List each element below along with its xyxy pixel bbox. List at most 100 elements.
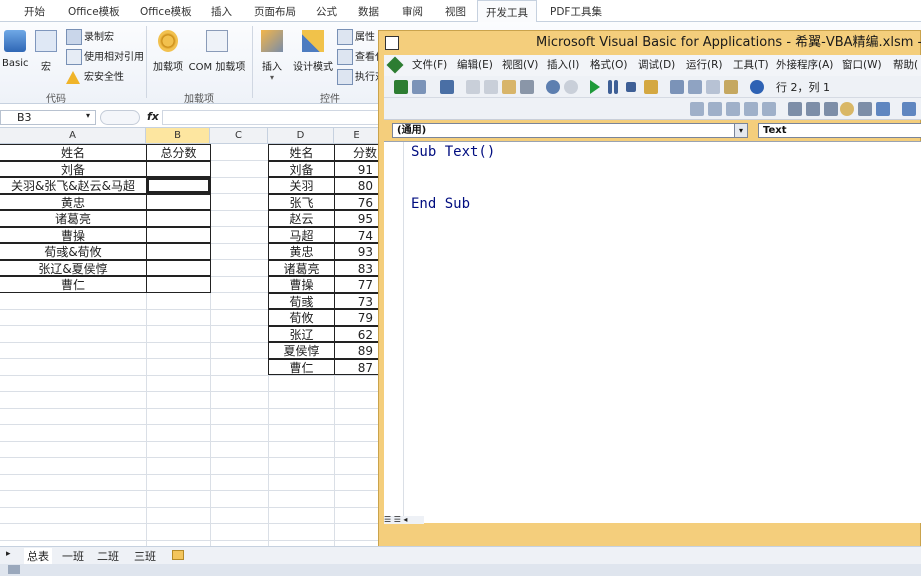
table2-name-cell[interactable]: 关羽	[268, 177, 335, 194]
menu-debug[interactable]: 调试(D)	[638, 55, 675, 76]
cut-icon[interactable]	[466, 80, 480, 94]
table1-name-cell[interactable]: 曹操	[0, 226, 147, 243]
name-box[interactable]: B3	[0, 110, 96, 125]
table2-name-cell[interactable]: 曹仁	[268, 358, 335, 375]
run-icon[interactable]	[590, 80, 600, 94]
list-properties-icon[interactable]	[690, 102, 704, 116]
redo-icon[interactable]	[564, 80, 578, 94]
scroll-left-icon[interactable]: ▸	[6, 549, 11, 559]
table1-score-cell[interactable]	[146, 276, 211, 293]
table2-name-cell[interactable]: 张飞	[268, 193, 335, 210]
vba-window-icon[interactable]	[385, 36, 399, 50]
table2-name-cell[interactable]: 马超	[268, 226, 335, 243]
tab-pdf-tools[interactable]: PDF工具集	[550, 4, 602, 19]
find-icon[interactable]	[520, 80, 534, 94]
parameter-info-icon[interactable]	[744, 102, 758, 116]
table2-score-cell[interactable]: 76	[334, 193, 380, 210]
comment-block-icon[interactable]	[858, 102, 872, 116]
macro-security-button[interactable]: 宏安全性	[66, 68, 124, 84]
menu-view[interactable]: 视图(V)	[502, 55, 538, 76]
bookmark-icon[interactable]	[902, 102, 916, 116]
table1-score-cell[interactable]	[146, 193, 211, 210]
hand-icon[interactable]	[840, 102, 854, 116]
properties-window-icon[interactable]	[688, 80, 702, 94]
addins-button[interactable]: 加载项	[152, 30, 184, 73]
table2-score-cell[interactable]: 80	[334, 177, 380, 194]
table1-score-cell[interactable]	[146, 210, 211, 227]
menu-format[interactable]: 格式(O)	[590, 55, 627, 76]
macros-button[interactable]: 宏	[33, 30, 59, 73]
tab-office-template-1[interactable]: Office模板	[68, 4, 120, 19]
table2-score-cell[interactable]: 73	[334, 292, 380, 309]
formula-input[interactable]	[162, 110, 382, 125]
table1-name-cell[interactable]: 张辽&夏侯惇	[0, 259, 147, 276]
table1-name-cell[interactable]: 黄忠	[0, 193, 147, 210]
table2-score-cell[interactable]: 62	[334, 325, 380, 342]
table2-score-cell[interactable]: 95	[334, 210, 380, 227]
outdent-icon[interactable]	[806, 102, 820, 116]
design-mode-button[interactable]: 设计模式	[292, 30, 334, 73]
chevron-down-icon[interactable]: ▾	[734, 124, 747, 137]
table2-name-cell[interactable]: 黄忠	[268, 243, 335, 260]
table2-name-cell[interactable]: 荀彧	[268, 292, 335, 309]
record-macro-button[interactable]: 录制宏	[66, 28, 114, 45]
table1-score-cell[interactable]	[146, 160, 211, 177]
menu-tools[interactable]: 工具(T)	[733, 55, 769, 76]
paste-icon[interactable]	[502, 80, 516, 94]
tab-view[interactable]: 视图	[445, 4, 466, 19]
quick-info-icon[interactable]	[726, 102, 740, 116]
table2-header-score[interactable]: 分数	[334, 144, 380, 161]
list-constants-icon[interactable]	[708, 102, 722, 116]
column-header-b[interactable]: B	[146, 128, 210, 144]
table2-score-cell[interactable]: 83	[334, 259, 380, 276]
menu-help[interactable]: 帮助(	[893, 55, 918, 76]
properties-button[interactable]: 属性	[337, 28, 375, 45]
tab-data[interactable]: 数据	[358, 4, 379, 19]
table2-score-cell[interactable]: 87	[334, 358, 380, 375]
complete-word-icon[interactable]	[762, 102, 776, 116]
table2-score-cell[interactable]: 91	[334, 160, 380, 177]
help-icon[interactable]	[750, 80, 764, 94]
table2-name-cell[interactable]: 夏侯惇	[268, 342, 335, 359]
tab-insert[interactable]: 插入	[211, 4, 232, 19]
view-excel-icon[interactable]	[394, 80, 408, 94]
com-addins-button[interactable]: COM 加载项	[188, 30, 246, 73]
table2-score-cell[interactable]: 79	[334, 309, 380, 326]
table2-score-cell[interactable]: 74	[334, 226, 380, 243]
view-toggle-buttons[interactable]: ☰ ☰ ◂	[384, 516, 424, 524]
table1-name-cell[interactable]: 刘备	[0, 160, 147, 177]
table1-name-cell[interactable]: 诸葛亮	[0, 210, 147, 227]
menu-file[interactable]: 文件(F)	[412, 55, 447, 76]
worksheet-grid[interactable]: A B C D E 姓名 总分数 刘备 关羽&张飞&赵云&马超 黄忠 诸葛亮 曹操 荀彧&…	[0, 128, 380, 557]
code-line[interactable]: End Sub	[411, 196, 470, 212]
macro-record-status-icon[interactable]	[8, 565, 20, 574]
table2-score-cell[interactable]: 77	[334, 276, 380, 293]
table2-name-cell[interactable]: 荀攸	[268, 309, 335, 326]
copy-icon[interactable]	[484, 80, 498, 94]
formula-cancel-enter[interactable]	[100, 110, 140, 125]
visual-basic-button[interactable]: Basic	[2, 30, 28, 69]
table2-name-cell[interactable]: 诸葛亮	[268, 259, 335, 276]
sheet-tab-class1[interactable]: 一班	[62, 548, 84, 564]
insert-module-icon[interactable]	[412, 80, 426, 94]
tab-page-layout[interactable]: 页面布局	[254, 4, 296, 19]
insert-control-button[interactable]: 插入 ▾	[258, 30, 286, 82]
table1-name-cell[interactable]: 曹仁	[0, 276, 147, 293]
tab-home[interactable]: 开始	[24, 4, 45, 19]
indent-icon[interactable]	[788, 102, 802, 116]
table1-score-cell[interactable]	[146, 243, 211, 260]
table2-name-cell[interactable]: 刘备	[268, 160, 335, 177]
table1-name-cell[interactable]: 荀彧&荀攸	[0, 243, 147, 260]
table1-score-cell[interactable]	[146, 259, 211, 276]
chevron-down-icon[interactable]: ▾	[86, 111, 90, 120]
selected-cell-b3[interactable]	[146, 177, 211, 194]
procedure-combo[interactable]: Text	[758, 123, 921, 138]
vba-title-bar[interactable]: Microsoft Visual Basic for Applications …	[379, 31, 921, 55]
table2-name-cell[interactable]: 张辽	[268, 325, 335, 342]
toolbox-icon[interactable]	[724, 80, 738, 94]
sheet-tab-class2[interactable]: 二班	[97, 548, 119, 564]
excel-icon[interactable]	[386, 56, 404, 74]
object-browser-icon[interactable]	[706, 80, 720, 94]
table2-score-cell[interactable]: 93	[334, 243, 380, 260]
function-icon[interactable]: fx	[147, 110, 159, 123]
